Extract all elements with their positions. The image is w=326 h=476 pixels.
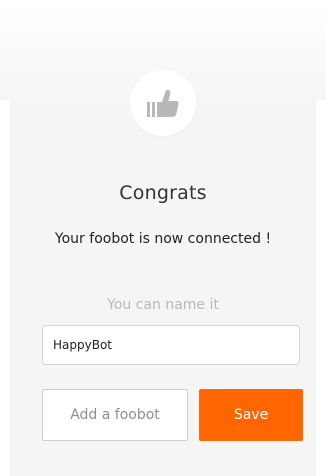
device-name-input[interactable] <box>42 325 300 365</box>
save-button[interactable]: Save <box>199 389 303 441</box>
thumbs-up-icon <box>146 87 180 119</box>
connected-message: Your foobot is now connected ! <box>54 231 272 247</box>
connection-success-screen: Congrats Your foobot is now connected ! … <box>0 0 326 476</box>
success-badge <box>130 70 196 136</box>
name-prompt: You can name it <box>107 297 219 313</box>
congrats-title: Congrats <box>119 182 207 204</box>
add-foobot-button[interactable]: Add a foobot <box>42 389 188 441</box>
